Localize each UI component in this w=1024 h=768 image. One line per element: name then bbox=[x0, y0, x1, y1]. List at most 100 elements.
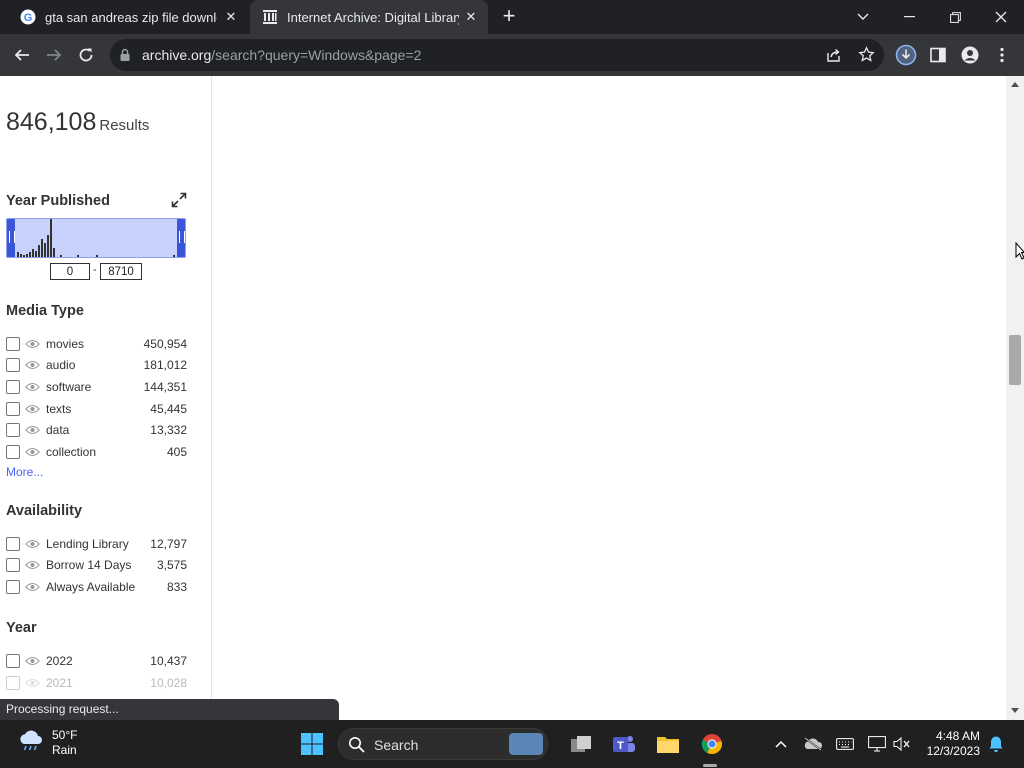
onedrive-offline-icon[interactable] bbox=[801, 732, 825, 756]
restore-icon[interactable] bbox=[932, 0, 978, 34]
eye-icon[interactable] bbox=[25, 655, 41, 667]
notification-bell-icon[interactable] bbox=[984, 732, 1008, 756]
back-arrow-icon[interactable] bbox=[10, 43, 34, 67]
lock-icon[interactable] bbox=[119, 48, 131, 67]
year-histogram[interactable] bbox=[6, 218, 186, 258]
facet-year-2022[interactable]: 2022 10,437 bbox=[6, 651, 187, 671]
address-bar[interactable]: archive.org/search?query=Windows&page=2 bbox=[110, 39, 884, 71]
close-window-icon[interactable] bbox=[978, 0, 1024, 34]
svg-text:G: G bbox=[24, 12, 33, 24]
windows-taskbar: 50°F Rain Search T 4:48 AM 12/3/2023 bbox=[0, 720, 1024, 768]
eye-icon[interactable] bbox=[25, 446, 41, 458]
eye-icon[interactable] bbox=[25, 359, 41, 371]
google-icon: G bbox=[20, 9, 36, 25]
page-scrollbar[interactable] bbox=[1006, 76, 1024, 720]
eye-icon[interactable] bbox=[25, 538, 41, 550]
facet-audio[interactable]: audio 181,012 bbox=[6, 355, 187, 375]
checkbox[interactable] bbox=[6, 337, 20, 351]
checkbox[interactable] bbox=[6, 558, 20, 572]
clock-time: 4:48 AM bbox=[935, 729, 980, 743]
facet-collection[interactable]: collection 405 bbox=[6, 442, 187, 462]
tab-close-icon[interactable]: ✕ bbox=[462, 8, 480, 26]
tab-close-icon[interactable]: ✕ bbox=[222, 8, 240, 26]
histogram-bar bbox=[77, 255, 79, 257]
taskbar-search[interactable]: Search bbox=[338, 728, 548, 760]
checkbox[interactable] bbox=[6, 380, 20, 394]
facet-label: software bbox=[46, 380, 92, 394]
facet-software[interactable]: software 144,351 bbox=[6, 377, 187, 397]
range-handle-min[interactable] bbox=[7, 219, 15, 257]
keyboard-icon[interactable] bbox=[833, 732, 857, 756]
system-clock[interactable]: 4:48 AM 12/3/2023 bbox=[918, 729, 980, 759]
facet-borrow-14-days[interactable]: Borrow 14 Days 3,575 bbox=[6, 555, 187, 575]
checkbox[interactable] bbox=[6, 445, 20, 459]
facet-year-2021[interactable]: 2021 10,028 bbox=[6, 673, 187, 693]
forward-arrow-icon[interactable] bbox=[42, 43, 66, 67]
checkbox[interactable] bbox=[6, 423, 20, 437]
menu-kebab-icon[interactable] bbox=[990, 43, 1014, 67]
file-explorer-icon[interactable] bbox=[656, 732, 680, 756]
tab-google-search[interactable]: G gta san andreas zip file download ✕ bbox=[8, 0, 248, 34]
checkbox[interactable] bbox=[6, 654, 20, 668]
windows-start-icon[interactable] bbox=[300, 732, 324, 756]
year-heading: Year bbox=[6, 620, 37, 636]
clock-date: 12/3/2023 bbox=[926, 744, 980, 758]
scrollbar-thumb[interactable] bbox=[1009, 335, 1021, 385]
weather-widget[interactable]: 50°F Rain bbox=[18, 728, 77, 758]
side-panel-icon[interactable] bbox=[926, 43, 950, 67]
url-text: archive.org/search?query=Windows&page=2 bbox=[142, 47, 421, 63]
new-tab-button[interactable]: + bbox=[498, 5, 520, 28]
histogram-bar bbox=[20, 254, 22, 257]
more-link[interactable]: More... bbox=[6, 465, 43, 479]
eye-icon[interactable] bbox=[25, 424, 41, 436]
checkbox[interactable] bbox=[6, 358, 20, 372]
histogram-bar bbox=[60, 255, 62, 257]
eye-icon[interactable] bbox=[25, 581, 41, 593]
eye-icon[interactable] bbox=[25, 381, 41, 393]
year-from-input[interactable] bbox=[50, 263, 90, 280]
weather-temp: 50°F bbox=[52, 728, 78, 742]
scroll-down-icon[interactable] bbox=[1011, 708, 1019, 713]
reload-icon[interactable] bbox=[74, 43, 98, 67]
facet-lending-library[interactable]: Lending Library 12,797 bbox=[6, 534, 187, 554]
histogram-bar bbox=[29, 252, 31, 257]
network-monitor-icon[interactable] bbox=[865, 732, 889, 756]
eye-icon[interactable] bbox=[25, 403, 41, 415]
facet-movies[interactable]: movies 450,954 bbox=[6, 334, 187, 354]
task-view-icon[interactable] bbox=[569, 732, 593, 756]
minimize-icon[interactable] bbox=[886, 0, 932, 34]
facet-label: collection bbox=[46, 445, 97, 459]
histogram-bar bbox=[47, 235, 49, 257]
expand-icon[interactable] bbox=[171, 192, 187, 208]
page-content: 846,108 Results Year Published 0 - 8710 … bbox=[0, 76, 1024, 720]
share-icon[interactable] bbox=[826, 47, 842, 68]
facet-data[interactable]: data 13,332 bbox=[6, 420, 187, 440]
year-to-input[interactable] bbox=[100, 263, 142, 280]
tray-chevron-up-icon[interactable] bbox=[769, 732, 793, 756]
checkbox[interactable] bbox=[6, 580, 20, 594]
scroll-up-icon[interactable] bbox=[1011, 82, 1019, 87]
tab-internet-archive[interactable]: Internet Archive: Digital Library of Fre… bbox=[250, 0, 488, 34]
checkbox[interactable] bbox=[6, 537, 20, 551]
eye-icon[interactable] bbox=[25, 338, 41, 350]
checkbox[interactable] bbox=[6, 402, 20, 416]
weather-desc: Rain bbox=[52, 743, 77, 757]
checkbox[interactable] bbox=[6, 676, 20, 690]
range-handle-max[interactable] bbox=[177, 219, 185, 257]
facet-count: 144,351 bbox=[143, 380, 187, 394]
eye-icon[interactable] bbox=[25, 677, 41, 689]
facet-count: 833 bbox=[166, 580, 187, 594]
eye-icon[interactable] bbox=[25, 559, 41, 571]
teams-icon[interactable]: T bbox=[612, 732, 636, 756]
facet-count: 10,028 bbox=[150, 676, 187, 690]
facet-texts[interactable]: texts 45,445 bbox=[6, 399, 187, 419]
tab-search-chevron-icon[interactable] bbox=[840, 0, 886, 34]
histogram-bar bbox=[41, 239, 43, 257]
download-icon[interactable] bbox=[894, 43, 918, 67]
profile-icon[interactable] bbox=[958, 43, 982, 67]
chrome-icon[interactable] bbox=[700, 732, 724, 756]
facet-count: 45,445 bbox=[150, 402, 187, 416]
bookmark-star-icon[interactable] bbox=[858, 46, 875, 68]
facet-always-available[interactable]: Always Available 833 bbox=[6, 577, 187, 597]
volume-muted-icon[interactable] bbox=[890, 732, 914, 756]
